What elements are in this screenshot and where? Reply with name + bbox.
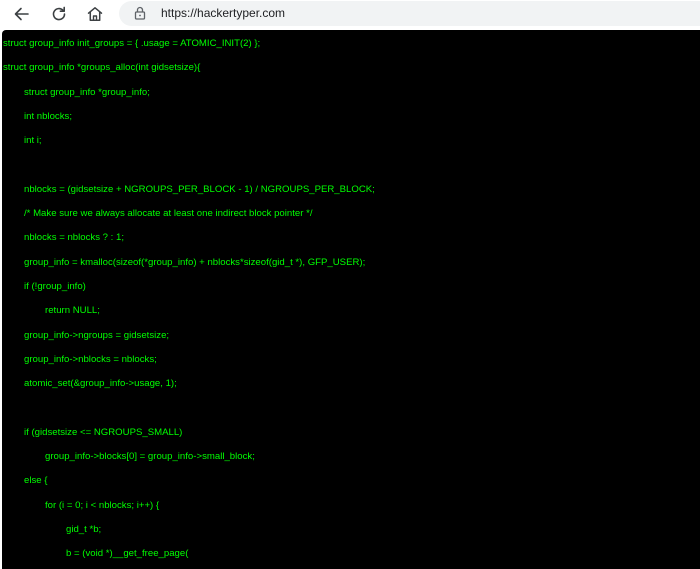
code-line: atomic_set(&group_info->usage, 1); — [24, 378, 177, 390]
code-line: struct group_info *groups_alloc(int gids… — [3, 62, 201, 74]
back-arrow-icon — [14, 7, 29, 21]
code-line: return NULL; — [45, 305, 100, 317]
code-line: group_info->ngroups = gidsetsize; — [24, 329, 170, 341]
url-text: https://hackertyper.com — [161, 6, 286, 20]
hacker-terminal[interactable]: struct group_info init_groups = { .usage… — [2, 30, 700, 569]
code-line: int i; — [24, 135, 42, 147]
code-line: struct group_info *group_info; — [24, 86, 150, 98]
code-line: group_info->blocks[0] = group_info->smal… — [45, 451, 255, 463]
code-line: group_info->nblocks = nblocks; — [24, 353, 157, 365]
lock-icon[interactable] — [132, 5, 148, 21]
browser-toolbar: https://hackertyper.com — [0, 0, 700, 28]
code-line: if (gidsetsize <= NGROUPS_SMALL) — [24, 426, 183, 438]
code-line: nblocks = nblocks ? : 1; — [24, 232, 124, 244]
code-line: group_info = kmalloc(sizeof(*group_info)… — [24, 256, 366, 268]
code-line: gid_t *b; — [66, 524, 102, 535]
code-line: for (i = 0; i < nblocks; i++) { — [45, 499, 160, 511]
code-line: else { — [24, 475, 48, 487]
code-line: if (!group_info) — [24, 281, 86, 292]
reload-icon — [52, 6, 66, 21]
code-line: b = (void *)__get_free_page( — [66, 548, 189, 560]
reload-button[interactable] — [48, 3, 70, 25]
back-button[interactable] — [11, 3, 33, 25]
address-bar[interactable]: https://hackertyper.com — [119, 1, 700, 26]
code-line: nblocks = (gidsetsize + NGROUPS_PER_BLOC… — [24, 183, 375, 195]
code-line: /* Make sure we always allocate at least… — [24, 208, 313, 220]
home-icon — [87, 7, 103, 21]
code-line: int nblocks; — [24, 110, 72, 122]
code-line: struct group_info init_groups = { .usage… — [3, 38, 261, 49]
home-button[interactable] — [84, 3, 106, 25]
